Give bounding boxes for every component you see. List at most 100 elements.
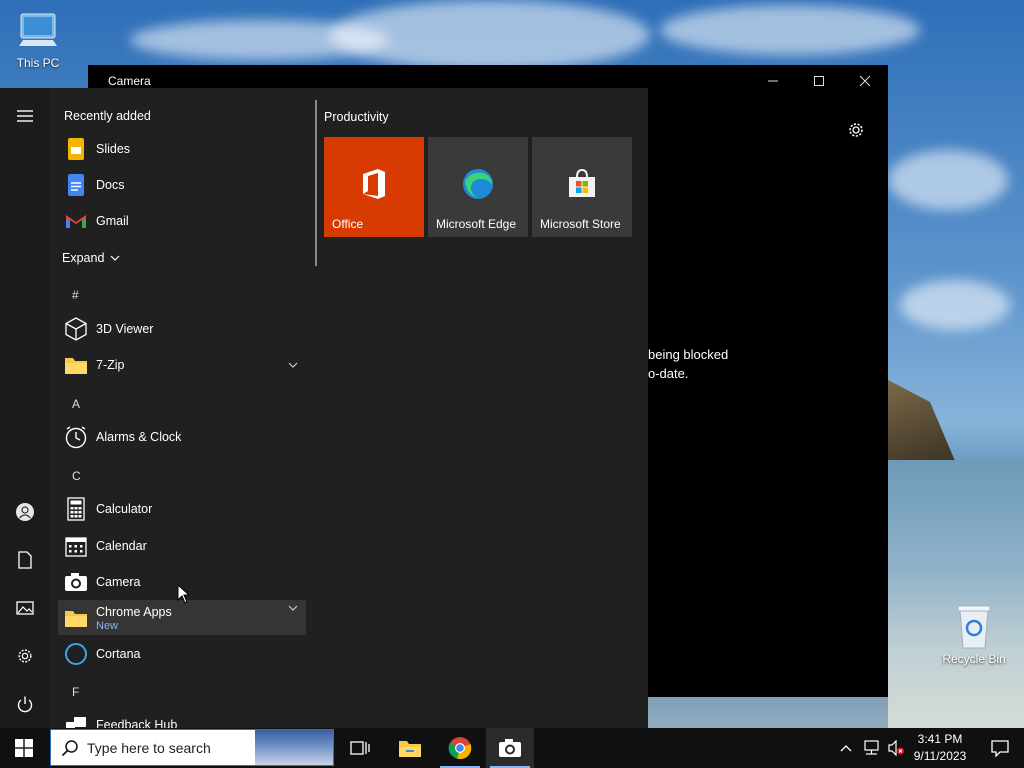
camera-message: being blocked o-date. [648,345,728,383]
app-calculator[interactable]: Calculator [58,493,306,525]
chrome-icon [448,737,472,760]
letter-header[interactable]: C [72,469,81,483]
camera-taskbar-button[interactable] [486,728,534,768]
notification-center-button[interactable] [976,728,1024,768]
search-input[interactable] [87,738,247,758]
calculator-icon [64,497,88,521]
alarm-clock-icon [64,425,88,449]
app-label: Alarms & Clock [96,430,182,444]
app-gmail[interactable]: Gmail [58,205,306,237]
3d-viewer-icon [64,317,88,341]
app-label: Gmail [96,214,129,228]
chevron-up-icon [840,745,852,752]
picture-icon [16,601,34,615]
expand-menu-button[interactable] [13,104,37,128]
document-icon [18,551,32,569]
app-label: Slides [96,142,131,156]
account-button[interactable] [13,500,37,524]
app-cortana[interactable]: Cortana [58,638,306,670]
camera-icon [499,739,521,757]
power-icon [17,696,33,713]
app-label: Feedback Hub [96,718,178,728]
tile-office[interactable]: Office [324,137,424,237]
notification-icon [991,740,1009,757]
close-icon [859,75,871,87]
task-view-button[interactable] [336,728,384,768]
app-3d-viewer[interactable]: 3D Viewer [58,313,306,345]
mouse-cursor [177,584,191,604]
letter-header[interactable]: F [72,685,79,699]
volume-button[interactable] [884,728,908,768]
start-rail [0,88,50,728]
app-label: 7-Zip [96,358,125,372]
chevron-down-icon [110,255,120,261]
desktop-icon-this-pc[interactable]: This PC [0,10,76,70]
start-menu: Recently added Slides Docs Gmail Expand … [0,88,648,728]
file-explorer-icon [399,741,421,757]
google-slides-icon [64,137,88,161]
power-button[interactable] [13,692,37,716]
camera-message-line: o-date. [648,366,689,381]
minimize-icon [768,80,778,82]
folder-icon [64,606,88,630]
app-calendar[interactable]: Calendar [58,530,306,562]
documents-button[interactable] [13,548,37,572]
expand-button[interactable]: Expand [56,242,136,274]
desktop-sea [888,460,1024,730]
pictures-button[interactable] [13,596,37,620]
camera-icon [64,570,88,594]
tile-group-title[interactable]: Productivity [324,110,389,124]
settings-button[interactable] [13,644,37,668]
app-label: Calendar [96,539,147,553]
tile-microsoft-edge[interactable]: Microsoft Edge [428,137,528,237]
letter-header[interactable]: A [72,397,80,411]
gear-icon[interactable] [846,120,866,140]
minimize-button[interactable] [750,65,796,97]
app-alarms-clock[interactable]: Alarms & Clock [58,421,306,453]
camera-message-line: being blocked [648,347,729,362]
office-icon [363,169,385,199]
volume-muted-icon [888,740,904,756]
search-highlight-image[interactable] [255,730,333,765]
chevron-down-icon[interactable] [288,605,298,611]
network-icon [864,740,879,755]
app-slides[interactable]: Slides [58,133,306,165]
desktop-icon-recycle-bin[interactable]: Recycle Bin [936,602,1012,666]
folder-icon [64,353,88,377]
file-explorer-button[interactable] [386,728,434,768]
app-list[interactable]: Recently added Slides Docs Gmail Expand … [50,88,315,728]
windows-logo-icon [15,739,33,757]
chevron-down-icon[interactable] [288,362,298,368]
recently-added-heading: Recently added [64,109,151,123]
app-label: Camera [96,575,141,589]
task-view-icon [350,741,370,755]
computer-icon [19,13,57,46]
network-button[interactable] [860,728,884,768]
app-docs[interactable]: Docs [58,169,306,201]
app-feedback-hub[interactable]: Feedback Hub [58,709,306,728]
scrollbar[interactable] [315,100,317,266]
expand-label: Expand [62,251,105,265]
close-button[interactable] [842,65,888,97]
tile-label: Office [332,217,364,231]
clock[interactable]: 3:41 PM 9/11/2023 [906,731,974,765]
app-label: 3D Viewer [96,322,154,336]
tile-microsoft-store[interactable]: Microsoft Store [532,137,632,237]
user-icon [16,503,34,521]
chrome-button[interactable] [436,728,484,768]
window-title: Camera [108,74,151,88]
app-7-zip[interactable]: 7-Zip [58,349,306,381]
taskbar-search[interactable] [50,729,334,766]
desktop-icon-label: This PC [16,56,60,70]
app-label: Chrome Apps [96,604,172,619]
app-chrome-apps[interactable]: Chrome Apps New [58,600,306,635]
start-button[interactable] [0,728,48,768]
show-hidden-icons-button[interactable] [834,728,858,768]
maximize-button[interactable] [796,65,842,97]
letter-header[interactable]: # [72,288,79,302]
hamburger-icon [17,110,33,122]
tile-label: Microsoft Edge [436,217,517,231]
gear-icon [18,649,32,663]
new-badge: New [96,620,119,632]
feedback-hub-icon [64,713,88,728]
